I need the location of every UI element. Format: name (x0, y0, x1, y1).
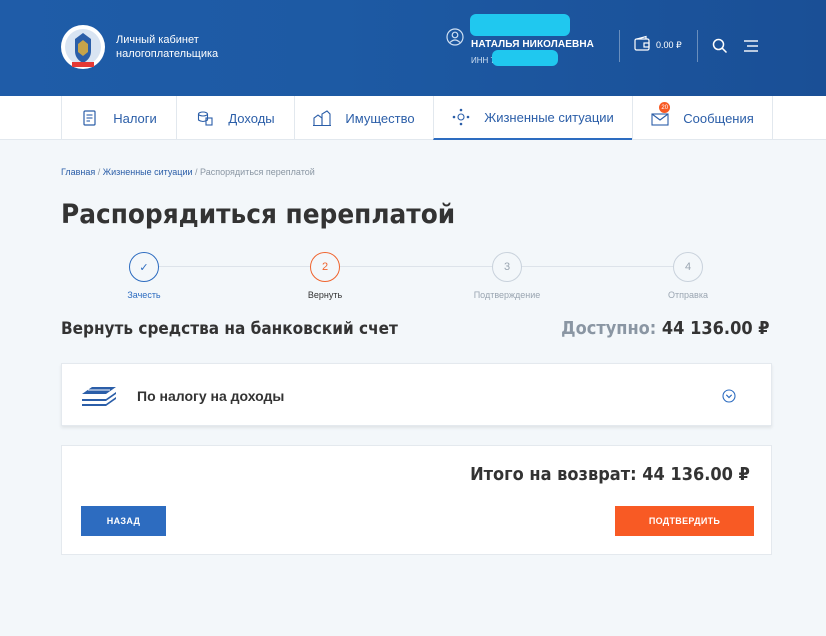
tax-doc-icon (83, 110, 96, 126)
coins-icon (198, 111, 213, 126)
brand-line1: Личный кабинет (116, 34, 199, 46)
back-button[interactable]: НАЗАД (81, 506, 166, 536)
breadcrumb-home[interactable]: Главная (61, 167, 95, 177)
breadcrumb: Главная / Жизненные ситуации / Распоряди… (61, 167, 315, 177)
tax-accordion[interactable]: По налогу на доходы (61, 363, 772, 426)
header-divider (619, 30, 620, 62)
header-divider (697, 30, 698, 62)
wallet-icon[interactable] (633, 35, 651, 53)
nav-label: Имущество (345, 110, 415, 126)
nav-label: Налоги (113, 110, 157, 126)
brand-title[interactable]: Личный кабинет налогоплательщика (116, 33, 218, 61)
redaction-mark (492, 50, 558, 66)
messages-icon: 20 (651, 102, 671, 127)
menu-icon[interactable] (743, 39, 759, 53)
step-2: 2 (310, 252, 340, 282)
page-title: Распорядиться переплатой (61, 199, 456, 230)
nav-item-property[interactable]: Имущество (294, 96, 433, 140)
nav-item-taxes[interactable]: Налоги (61, 96, 176, 140)
breadcrumb-section[interactable]: Жизненные ситуации (103, 167, 193, 177)
available-label: Доступно: (561, 318, 657, 339)
step-4: 4 (673, 252, 703, 282)
nav-divider (772, 96, 773, 140)
balance-value[interactable]: 0.00 ₽ (656, 40, 682, 51)
step-1[interactable]: ✓ (129, 252, 159, 282)
life-situations-icon (452, 108, 470, 126)
nav-label: Доходы (228, 110, 275, 126)
main-nav: Налоги Доходы Имущество Жизненные ситуац… (0, 96, 826, 140)
stepper-line (145, 266, 690, 267)
money-stack-icon (82, 387, 116, 406)
chevron-down-icon[interactable] (722, 389, 736, 403)
step-1-label: Зачесть (127, 290, 161, 300)
tax-label: По налогу на доходы (137, 388, 285, 404)
section-title: Вернуть средства на банковский счет (61, 319, 398, 339)
redaction-mark (470, 14, 570, 36)
nav-label: Сообщения (683, 110, 754, 126)
user-name[interactable]: НАТАЛЬЯ НИКОЛАЕВНА (471, 39, 594, 50)
step-3: 3 (492, 252, 522, 282)
fns-emblem-icon[interactable] (60, 22, 106, 72)
confirm-button[interactable]: ПОДТВЕРДИТЬ (615, 506, 754, 536)
available-amount: Доступно: 44 136.00 ₽ (562, 318, 770, 339)
nav-item-life-situations[interactable]: Жизненные ситуации (433, 96, 632, 140)
brand-line2: налогоплательщика (116, 48, 219, 60)
step-2-label: Вернуть (307, 290, 343, 300)
breadcrumb-current: Распорядиться переплатой (200, 167, 315, 177)
nav-item-messages[interactable]: 20 Сообщения (632, 96, 772, 140)
step-4-label: Отправка (668, 290, 708, 300)
nav-item-income[interactable]: Доходы (176, 96, 294, 140)
available-value: 44 136.00 ₽ (662, 318, 770, 339)
summary-card: Итого на возврат: 44 136.00 ₽ НАЗАД ПОДТ… (61, 445, 772, 555)
nav-label: Жизненные ситуации (484, 109, 614, 125)
property-icon (313, 110, 332, 127)
step-3-label: Подтверждение (473, 290, 541, 300)
total-refund: Итого на возврат: 44 136.00 ₽ (470, 464, 750, 485)
header: Личный кабинет налогоплательщика НАТАЛЬЯ… (0, 0, 826, 96)
user-icon[interactable] (446, 28, 464, 46)
search-icon[interactable] (712, 38, 728, 54)
